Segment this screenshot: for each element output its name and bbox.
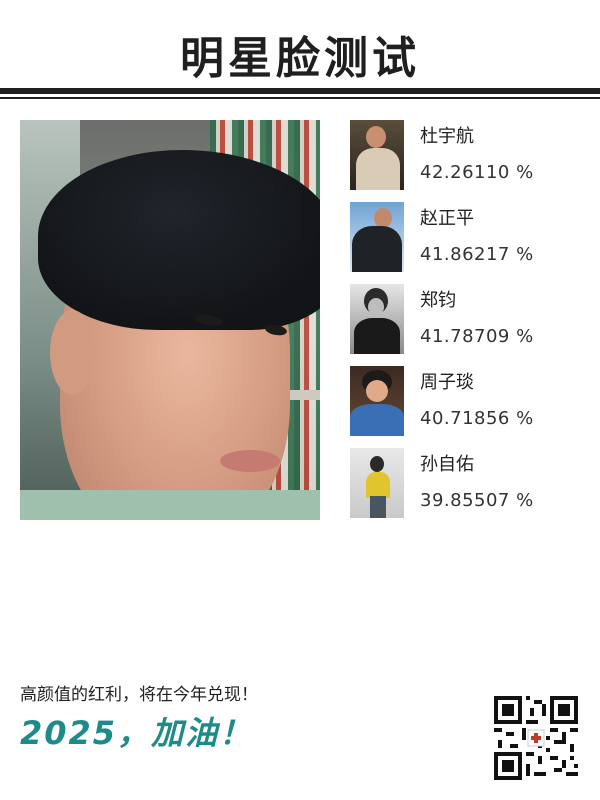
celebrity-name: 周子琰 xyxy=(420,372,474,393)
list-item[interactable]: 周子琰 40.71856 % xyxy=(350,366,580,436)
celebrity-name: 孙自佑 xyxy=(420,454,474,475)
similarity-score: 42.26110 % xyxy=(420,162,534,183)
similarity-score: 39.85507 % xyxy=(420,490,534,511)
slogan-text: 高颜值的红利，将在今年兑现！ xyxy=(20,685,258,705)
celebrity-photo xyxy=(350,120,404,190)
similarity-score: 41.86217 % xyxy=(420,244,534,265)
header: 明星脸测试 xyxy=(0,0,600,100)
celebrity-photo xyxy=(350,448,404,518)
page-title: 明星脸测试 xyxy=(180,33,420,84)
list-item[interactable]: 赵正平 41.86217 % xyxy=(350,202,580,272)
list-item[interactable]: 孙自佑 39.85507 % xyxy=(350,448,580,518)
list-item[interactable]: 杜宇航 42.26110 % xyxy=(350,120,580,190)
similarity-score: 40.71856 % xyxy=(420,408,534,429)
celebrity-name: 郑钧 xyxy=(420,290,456,311)
qr-code-icon xyxy=(494,696,578,780)
hair xyxy=(38,150,320,330)
list-item[interactable]: 郑钧 41.78709 % xyxy=(350,284,580,354)
celebrity-photo xyxy=(350,202,404,272)
cheer-text: 2025，加油！ xyxy=(20,714,254,752)
celebrity-name: 赵正平 xyxy=(420,208,474,229)
celebrity-photo xyxy=(350,366,404,436)
similarity-score: 41.78709 % xyxy=(420,326,534,347)
header-divider-thick xyxy=(0,88,600,94)
header-divider-thin xyxy=(0,97,600,99)
selfie-photo xyxy=(20,120,320,520)
celebrity-photo xyxy=(350,284,404,354)
celebrity-name: 杜宇航 xyxy=(420,126,474,147)
ear xyxy=(50,310,95,395)
